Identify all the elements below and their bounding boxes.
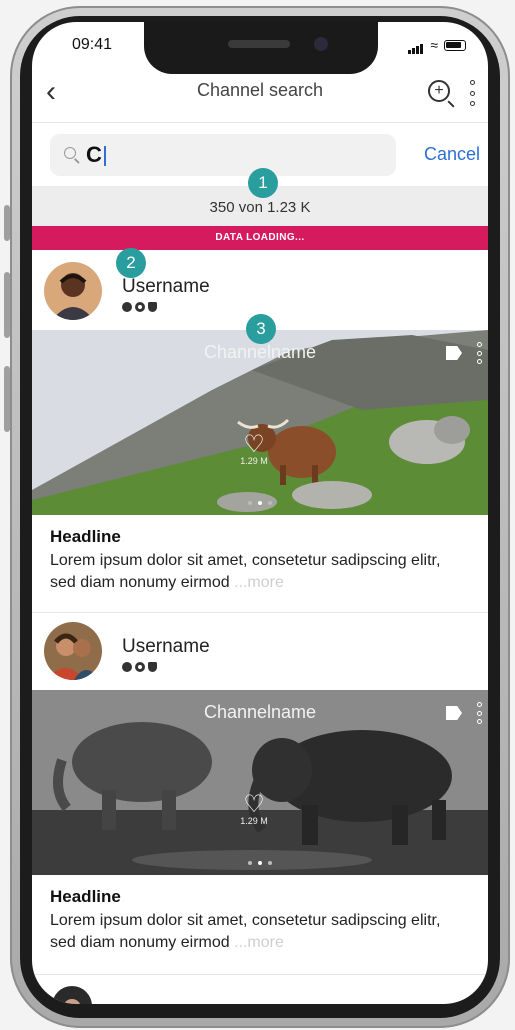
page-title: Channel search (196, 80, 324, 100)
search-input[interactable] (86, 140, 376, 170)
post-header: Username (32, 614, 488, 690)
post-text: Headline Lorem ipsum dolor sit amet, con… (32, 875, 488, 954)
post-headline: Headline (50, 527, 121, 546)
nav-divider (32, 122, 488, 123)
user-status-icons (122, 662, 157, 672)
camera (314, 37, 328, 51)
like-count: 1.29 M (240, 456, 268, 466)
stage: 09:41 ≈ ‹ Channel search + Cancel (0, 0, 515, 1030)
search-icon (64, 147, 76, 159)
post-media[interactable]: Channelname ♡ 1.29 M (32, 330, 488, 515)
status-dot-icon (122, 302, 132, 312)
username[interactable]: Username (122, 276, 210, 298)
like-control[interactable]: ♡ 1.29 M (238, 433, 270, 467)
post-divider (32, 612, 488, 613)
heart-icon[interactable]: ♡ (238, 793, 270, 817)
username[interactable]: Username (122, 636, 210, 658)
post-body: Lorem ipsum dolor sit amet, consetetur s… (50, 550, 470, 594)
heart-icon[interactable]: ♡ (238, 433, 270, 457)
notch (144, 22, 378, 74)
user-status-icons (122, 302, 157, 312)
zoom-in-icon[interactable]: + (428, 80, 450, 102)
annotation-badge-1: 1 (248, 168, 278, 198)
text-caret (104, 146, 106, 166)
shield-icon (148, 662, 157, 672)
avatar[interactable] (44, 262, 102, 320)
like-count: 1.29 M (240, 816, 268, 826)
post-card: Username Channelname ♡ 1.29 M Headline L… (32, 254, 488, 594)
status-ring-icon (135, 302, 145, 312)
status-icons: ≈ (408, 36, 466, 54)
like-control[interactable]: ♡ 1.29 M (238, 793, 270, 827)
status-ring-icon (135, 662, 145, 672)
annotation-badge-3: 3 (246, 314, 276, 344)
speaker (228, 40, 290, 48)
post-text: Headline Lorem ipsum dolor sit amet, con… (32, 515, 488, 594)
channel-name[interactable]: Channelname (32, 702, 488, 723)
post-card: Username Channelname ♡ 1.29 M Headline L… (32, 614, 488, 954)
annotation-badge-2: 2 (116, 248, 146, 278)
post-divider (32, 974, 488, 975)
status-dot-icon (122, 662, 132, 672)
search-box[interactable] (50, 134, 396, 176)
more-options-icon[interactable] (470, 80, 476, 106)
carousel-dots[interactable] (32, 861, 488, 865)
post-headline: Headline (50, 887, 121, 906)
loading-banner: DATA LOADING... (32, 226, 488, 250)
post-media[interactable]: Channelname ♡ 1.29 M (32, 690, 488, 875)
avatar[interactable] (52, 986, 92, 1004)
media-more-icon[interactable] (477, 702, 482, 724)
screen: 09:41 ≈ ‹ Channel search + Cancel (32, 22, 488, 1004)
nav-bar: ‹ Channel search + (32, 74, 488, 114)
media-more-icon[interactable] (477, 342, 482, 364)
more-link[interactable]: ...more (234, 574, 284, 591)
status-time: 09:41 (72, 36, 113, 53)
battery-icon (444, 39, 466, 51)
post-body: Lorem ipsum dolor sit amet, consetetur s… (50, 910, 470, 954)
more-link[interactable]: ...more (234, 934, 284, 951)
avatar[interactable] (44, 622, 102, 680)
wifi-icon: ≈ (430, 37, 438, 53)
signal-icon (408, 36, 424, 54)
channel-name[interactable]: Channelname (32, 342, 488, 363)
cancel-button[interactable]: Cancel (424, 144, 480, 165)
carousel-dots[interactable] (32, 501, 488, 505)
shield-icon (148, 302, 157, 312)
